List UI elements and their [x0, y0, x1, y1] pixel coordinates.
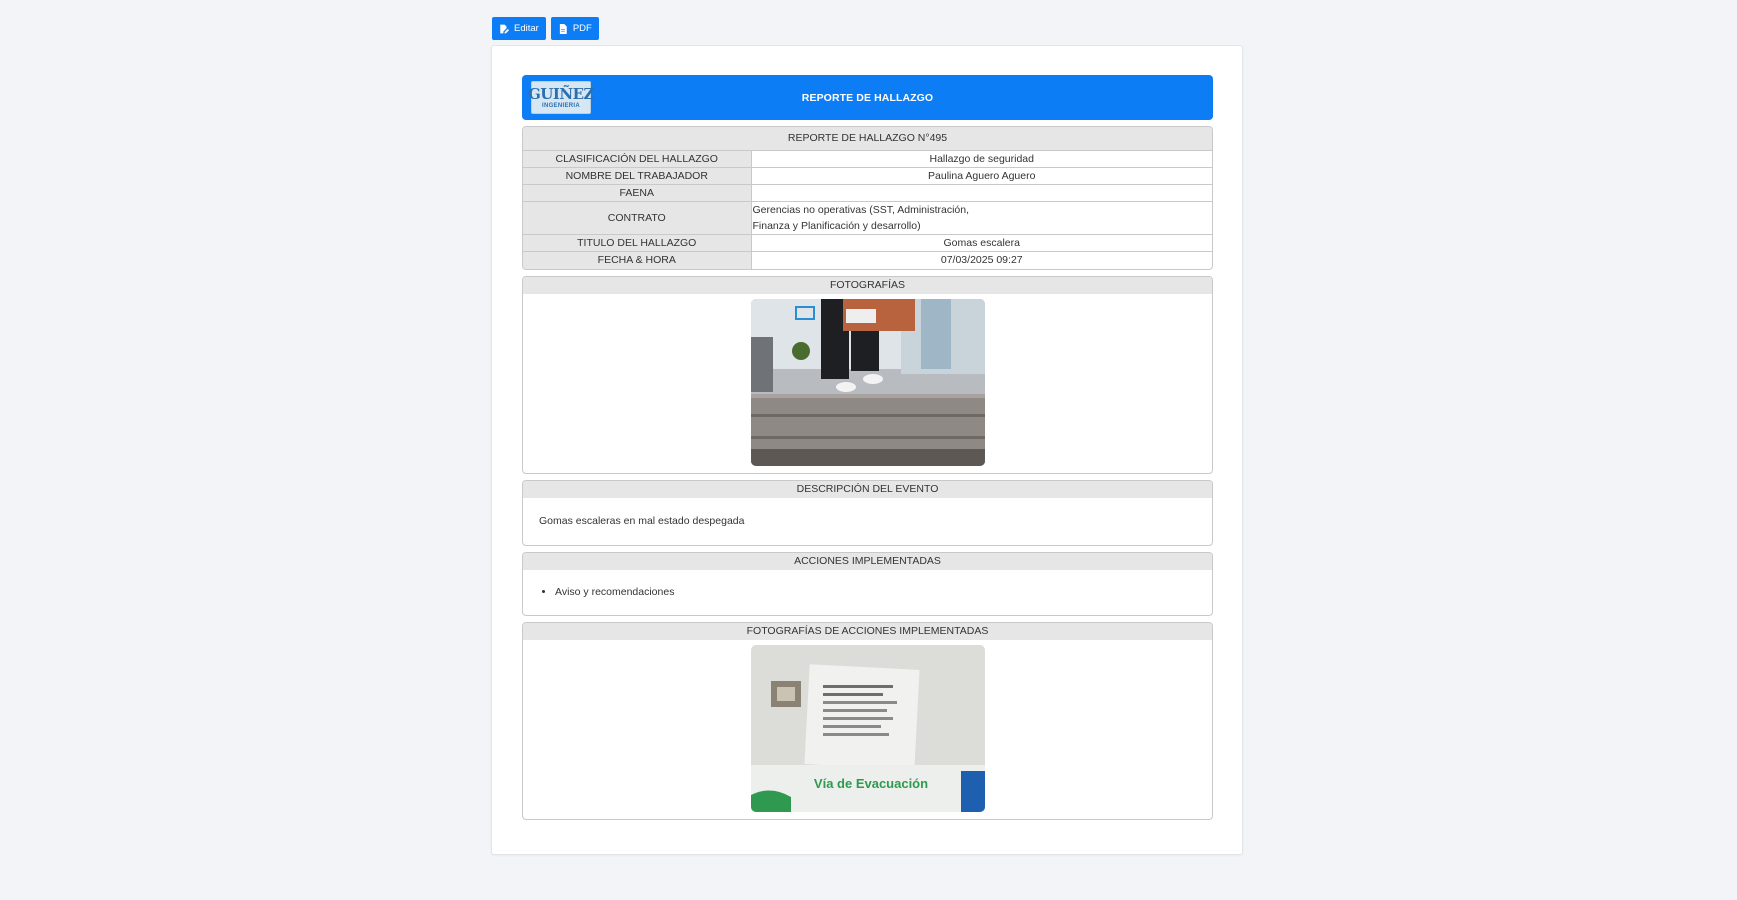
finding-photo[interactable] — [750, 298, 985, 466]
toolbar: Editar PDF — [492, 17, 599, 40]
action-photos-box: FOTOGRAFÍAS DE ACCIONES IMPLEMENTADAS Ví… — [522, 621, 1213, 820]
table-row: CLASIFICACIÓN DEL HALLAZGO Hallazgo de s… — [523, 150, 1212, 168]
description-heading: DESCRIPCIÓN DEL EVENTO — [523, 480, 1212, 498]
table-row: FECHA & HORA 07/03/2025 09:27 — [523, 251, 1212, 269]
row-value: Hallazgo de seguridad — [751, 150, 1212, 168]
report-info-box: REPORTE DE HALLAZGO N°495 CLASIFICACIÓN … — [522, 126, 1213, 270]
logo-line1: GUIÑEZ — [528, 84, 595, 103]
row-label: CLASIFICACIÓN DEL HALLAZGO — [523, 150, 752, 168]
report-info-table: CLASIFICACIÓN DEL HALLAZGO Hallazgo de s… — [523, 150, 1212, 269]
banner-title: REPORTE DE HALLAZGO — [801, 91, 934, 104]
row-value — [751, 184, 1212, 202]
logo-line2: INGENIERIA — [541, 102, 580, 109]
photos-heading: FOTOGRAFÍAS — [523, 276, 1212, 294]
sign-text: Vía de Evacuación — [813, 776, 927, 791]
row-label: FECHA & HORA — [523, 251, 752, 269]
row-label: FAENA — [523, 184, 752, 202]
row-label: CONTRATO — [523, 201, 752, 235]
file-pdf-icon — [559, 23, 567, 34]
row-value: Gerencias no operativas (SST, Administra… — [751, 201, 1212, 235]
action-photo[interactable]: Vía de Evacuación — [750, 644, 985, 812]
table-row: TITULO DEL HALLAZGO Gomas escalera — [523, 234, 1212, 252]
report-number-heading: REPORTE DE HALLAZGO N°495 — [523, 127, 1212, 150]
report-content: GUIÑEZ INGENIERIA REPORTE DE HALLAZGO RE… — [522, 75, 1213, 820]
edit-button[interactable]: Editar — [492, 17, 546, 40]
table-row: FAENA — [523, 184, 1212, 202]
row-label: NOMBRE DEL TRABAJADOR — [523, 167, 752, 185]
list-item: Aviso y recomendaciones — [555, 586, 1196, 598]
company-logo: GUIÑEZ INGENIERIA — [528, 81, 595, 114]
description-text: Gomas escaleras en mal estado despegada — [539, 514, 745, 527]
photo-wrap: Vía de Evacuación — [523, 640, 1212, 819]
report-banner: GUIÑEZ INGENIERIA REPORTE DE HALLAZGO — [522, 75, 1213, 120]
description-box: DESCRIPCIÓN DEL EVENTO Gomas escaleras e… — [522, 479, 1213, 546]
table-row: CONTRATO Gerencias no operativas (SST, A… — [523, 201, 1212, 235]
actions-list: Aviso y recomendaciones — [523, 570, 1212, 615]
row-value: Paulina Aguero Aguero — [751, 167, 1212, 185]
photos-box: FOTOGRAFÍAS — [522, 275, 1213, 474]
edit-icon — [500, 24, 509, 33]
pdf-button-label: PDF — [572, 23, 592, 34]
report-card: GUIÑEZ INGENIERIA REPORTE DE HALLAZGO RE… — [491, 45, 1243, 855]
stairs-image — [750, 298, 985, 466]
evacuation-sign-image: Vía de Evacuación — [750, 644, 985, 812]
edit-button-label: Editar — [514, 23, 539, 34]
row-value: 07/03/2025 09:27 — [751, 251, 1212, 269]
row-value: Gomas escalera — [751, 234, 1212, 252]
contract-line1: Gerencias no operativas (SST, Administra… — [752, 204, 970, 216]
actions-box: ACCIONES IMPLEMENTADAS Aviso y recomenda… — [522, 551, 1213, 616]
action-photos-heading: FOTOGRAFÍAS DE ACCIONES IMPLEMENTADAS — [523, 622, 1212, 640]
table-row: NOMBRE DEL TRABAJADOR Paulina Aguero Agu… — [523, 167, 1212, 185]
contract-line2: Finanza y Planificación y desarrollo) — [752, 220, 921, 232]
actions-heading: ACCIONES IMPLEMENTADAS — [523, 552, 1212, 570]
pdf-button[interactable]: PDF — [550, 17, 599, 40]
row-label: TITULO DEL HALLAZGO — [523, 234, 752, 252]
photo-wrap — [523, 294, 1212, 473]
